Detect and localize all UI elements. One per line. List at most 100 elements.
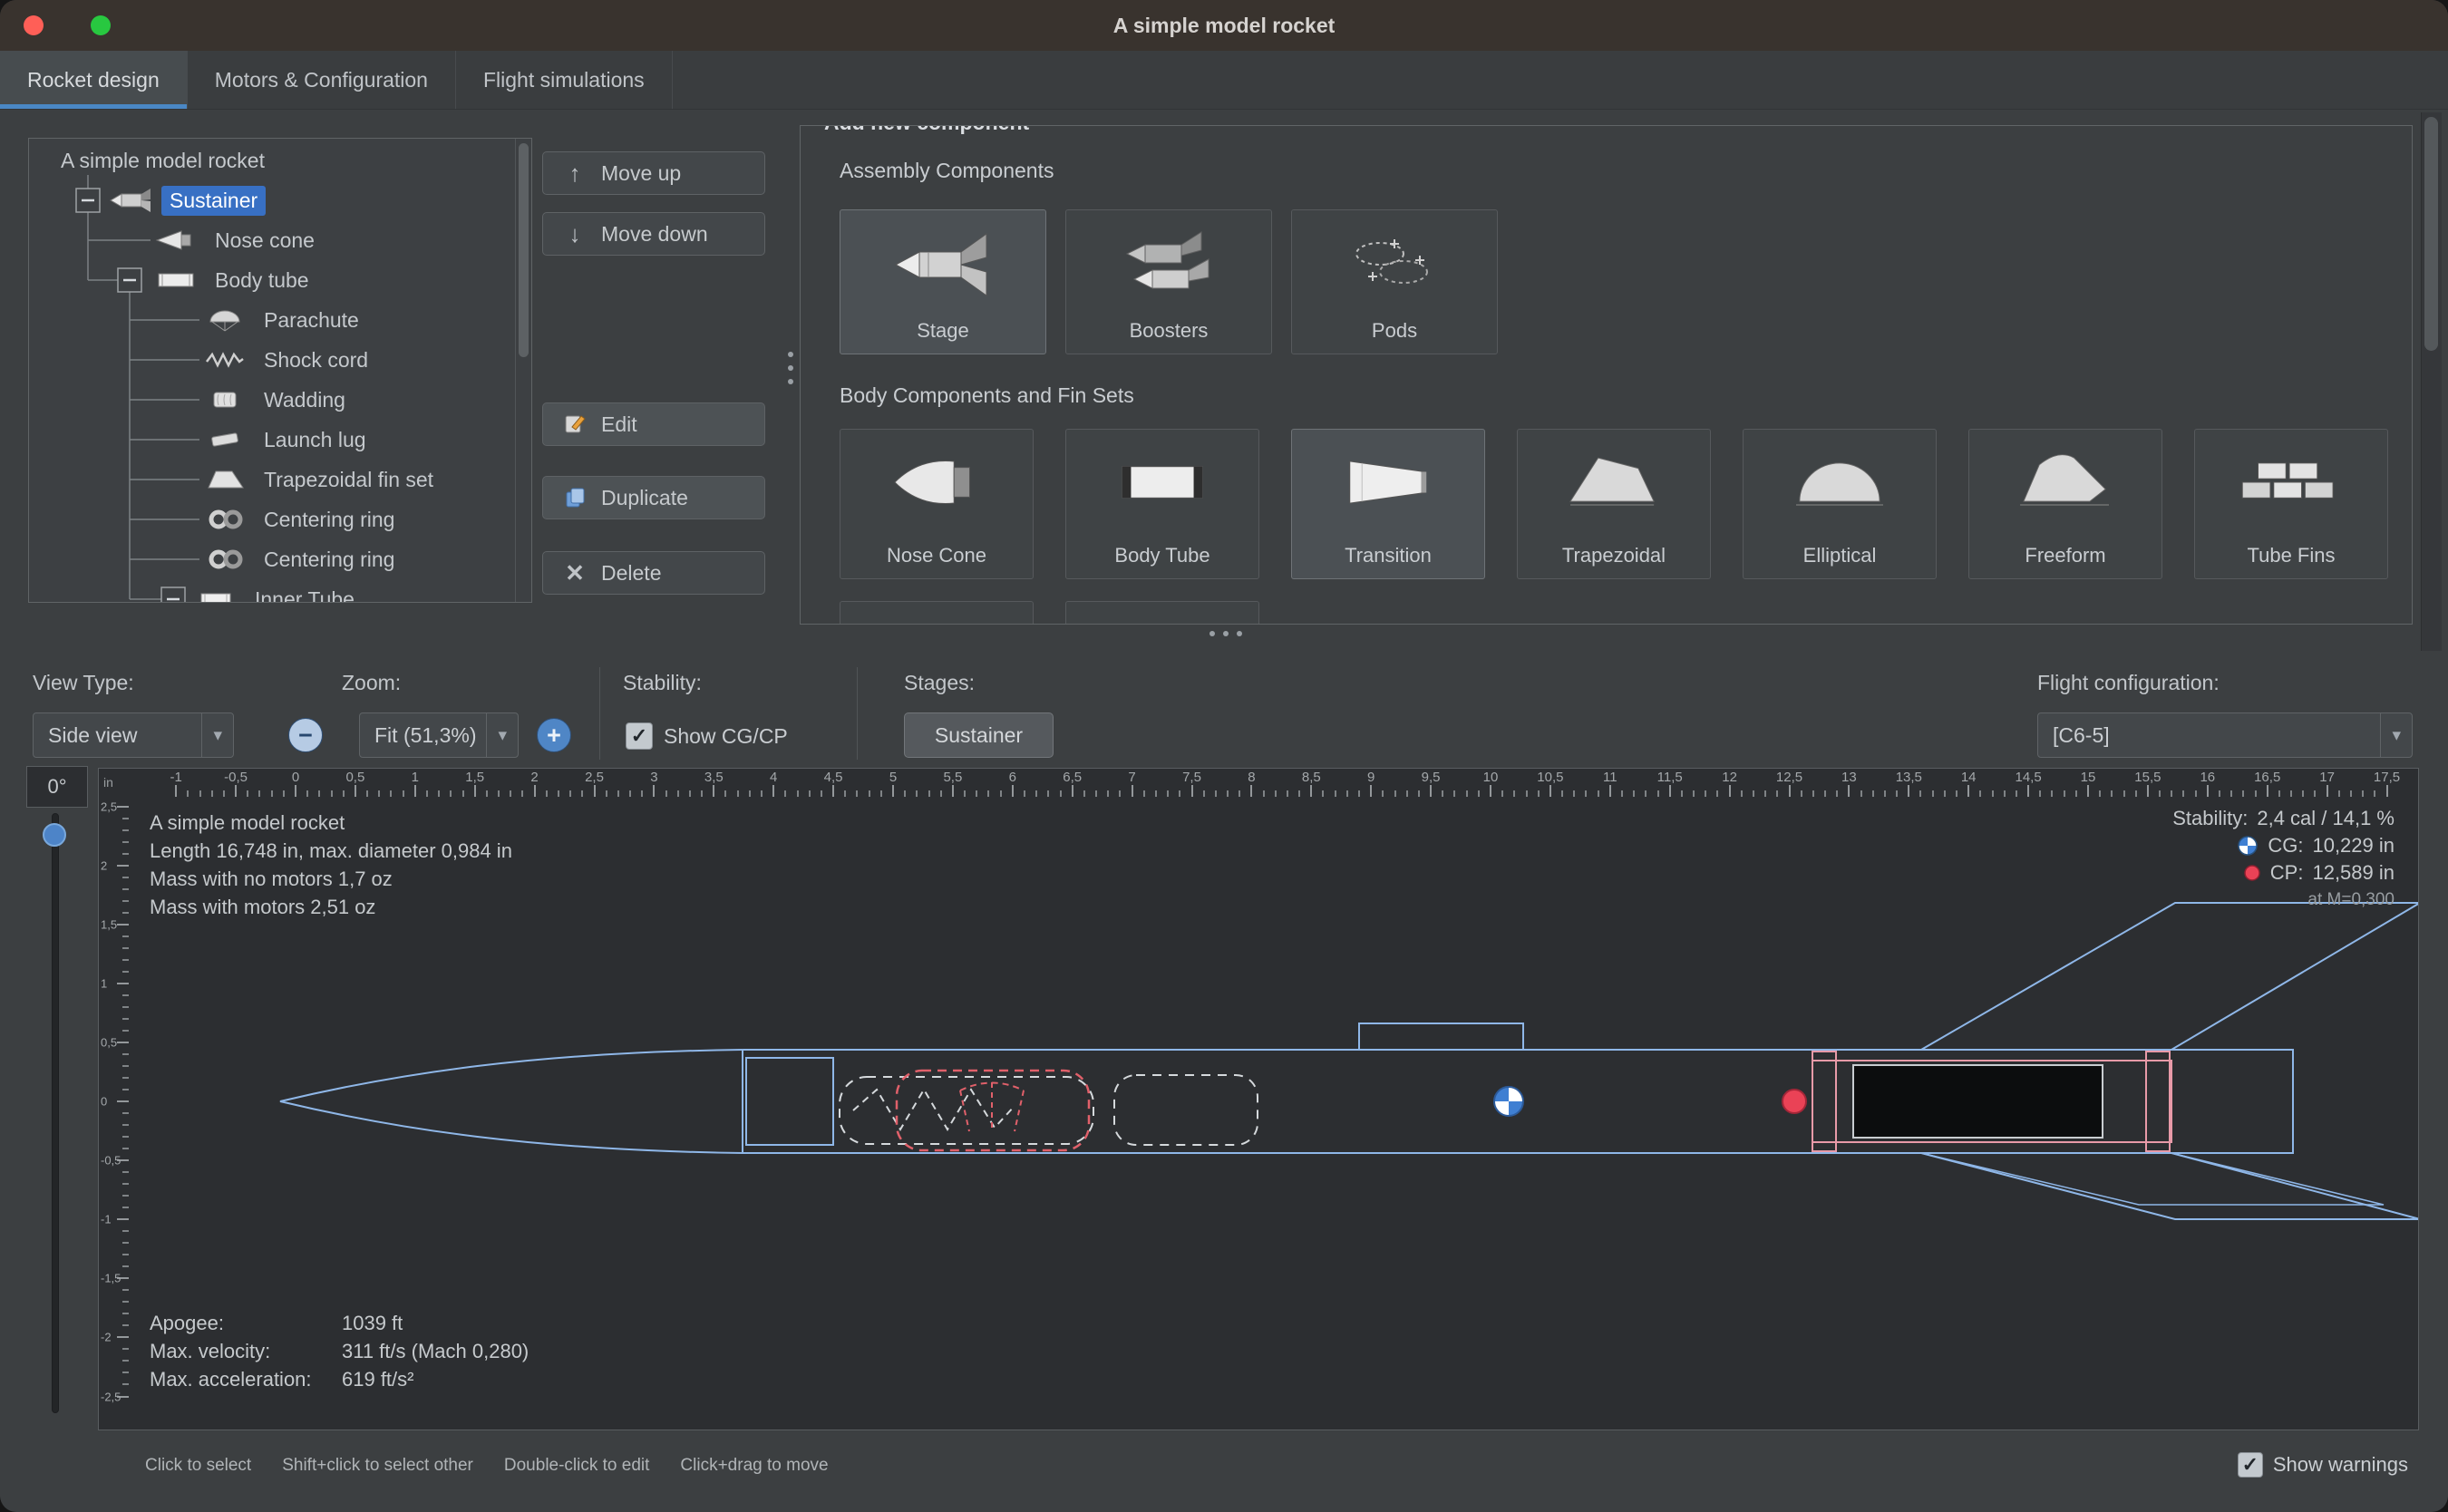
wadding-icon	[203, 387, 247, 412]
component-card-elliptical[interactable]: Elliptical	[1743, 429, 1937, 579]
main-tab-bar: Rocket design Motors & Configuration Fli…	[0, 51, 2448, 110]
component-card-trapezoidal[interactable]: Trapezoidal	[1517, 429, 1711, 579]
close-window-button[interactable]	[24, 15, 44, 35]
cp-text-label: CP:	[2270, 861, 2304, 885]
motor-outline	[1853, 1065, 2103, 1138]
fin-outline-bottom	[1921, 1153, 2418, 1219]
cp-marker	[1783, 1090, 1806, 1113]
window-scrollbar-thumb[interactable]	[2424, 117, 2438, 351]
tree-scrollbar-thumb[interactable]	[519, 143, 529, 357]
rotation-slider-thumb[interactable]	[43, 823, 66, 847]
tree-item-centering-ring[interactable]: Centering ring	[203, 539, 403, 579]
component-card-transition[interactable]: Transition	[1291, 429, 1485, 579]
tab-flight-simulations[interactable]: Flight simulations	[456, 51, 673, 109]
zoom-level-select[interactable]: Fit (51,3%)	[359, 712, 519, 758]
move-down-button[interactable]: ↓ Move down	[542, 212, 765, 256]
rocket-info-text: A simple model rocket Length 16,748 in, …	[150, 809, 512, 921]
tab-motors-configuration[interactable]: Motors & Configuration	[188, 51, 456, 109]
component-card-pods[interactable]: Pods	[1291, 209, 1498, 354]
edit-button[interactable]: Edit	[542, 402, 765, 446]
controls-divider	[599, 667, 600, 760]
component-card-nose-cone[interactable]: Nose Cone	[840, 429, 1034, 579]
view-type-select[interactable]: Side view	[33, 712, 234, 758]
window-scrollbar[interactable]	[2421, 112, 2442, 651]
select-value: Fit (51,3%)	[374, 723, 476, 748]
rocket-view-canvas[interactable]: -1-0,500,511,522,533,544,555,566,577,588…	[98, 768, 2419, 1430]
tree-item-rocket-root[interactable]: A simple model rocket	[53, 141, 273, 180]
tree-item-parachute[interactable]: Parachute	[203, 300, 367, 340]
status-hint: Click+drag to move	[680, 1456, 828, 1476]
card-label: Body Tube	[1066, 544, 1258, 567]
component-card-freeform[interactable]: Freeform	[1968, 429, 2162, 579]
tree-item-shock-cord[interactable]: Shock cord	[203, 340, 376, 380]
tree-item-sustainer[interactable]: Sustainer	[109, 180, 266, 220]
chevron-down-icon	[486, 713, 518, 757]
centering-ring-outline	[2146, 1052, 2170, 1151]
minimize-window-button[interactable]	[57, 15, 77, 35]
card-label: Freeform	[1969, 544, 2161, 567]
chevron-down-icon	[2380, 713, 2412, 757]
maximize-window-button[interactable]	[91, 15, 111, 35]
zoom-in-button[interactable]: +	[537, 718, 571, 752]
elliptical-fin-card-icon	[1783, 439, 1897, 526]
vertical-splitter-handle[interactable]	[788, 352, 793, 384]
component-tree-panel: A simple model rocket Sustainer Nose con…	[28, 138, 532, 603]
component-card-body-tube[interactable]: Body Tube	[1065, 429, 1259, 579]
drag-dot	[788, 352, 793, 357]
stage-icon	[883, 219, 1003, 310]
trapezoidal-fin-set-icon	[203, 467, 247, 492]
card-label: Nose Cone	[840, 544, 1033, 567]
tree-item-body-tube[interactable]: Body tube	[154, 260, 317, 300]
component-card-boosters[interactable]: Boosters	[1065, 209, 1272, 354]
stability-label: Stability:	[623, 671, 702, 695]
tab-label: Motors & Configuration	[215, 68, 428, 92]
button-label: Delete	[601, 561, 661, 586]
tree-item-label: A simple model rocket	[53, 146, 273, 176]
card-label: Boosters	[1066, 319, 1271, 343]
launch-lug-icon	[203, 427, 247, 452]
component-card-stage[interactable]: Stage	[840, 209, 1046, 354]
tree-scrollbar[interactable]	[515, 139, 531, 602]
show-warnings-checkbox[interactable]: Show warnings	[2238, 1452, 2408, 1478]
tree-item-label: Body tube	[207, 266, 317, 296]
tree-item-label: Wadding	[256, 385, 354, 415]
horizontal-splitter-handle[interactable]	[1209, 631, 1242, 636]
tube-fins-card-icon	[2234, 439, 2348, 526]
flight-configuration-select[interactable]: [C6-5]	[2037, 712, 2413, 758]
delete-button[interactable]: ✕ Delete	[542, 551, 765, 595]
status-hint: Click to select	[145, 1456, 251, 1476]
transition-card-icon	[1331, 439, 1445, 526]
view-type-label: View Type:	[33, 671, 134, 695]
shock-cord-icon	[203, 347, 247, 373]
tree-item-wadding[interactable]: Wadding	[203, 380, 354, 420]
duplicate-button[interactable]: Duplicate	[542, 476, 765, 519]
rocket-icon	[109, 188, 152, 213]
zoom-label: Zoom:	[342, 671, 401, 695]
cg-text-label: CG:	[2268, 834, 2303, 858]
centering-ring-outline	[1812, 1052, 1836, 1151]
app-window: A simple model rocket Rocket design Moto…	[0, 0, 2448, 1512]
tree-item-centering-ring[interactable]: Centering ring	[203, 499, 403, 539]
body-tube-icon	[154, 267, 198, 293]
zoom-out-button[interactable]: −	[288, 718, 323, 752]
freeform-fin-card-icon	[2008, 439, 2123, 526]
window-controls	[24, 15, 111, 35]
tree-item-inner-tube[interactable]: Inner Tube	[194, 579, 363, 603]
card-label: Trapezoidal	[1518, 544, 1710, 567]
component-card-partial[interactable]	[1065, 601, 1259, 625]
component-card-partial[interactable]	[840, 601, 1034, 625]
stability-text-label: Stability:	[2172, 807, 2248, 830]
show-cgcp-checkbox[interactable]: Show CG/CP	[626, 722, 788, 750]
tree-item-launch-lug[interactable]: Launch lug	[203, 420, 374, 460]
move-up-button[interactable]: ↑ Move up	[542, 151, 765, 195]
stage-toggle-sustainer[interactable]: Sustainer	[904, 712, 1054, 758]
stability-text-value: 2,4 cal / 14,1 %	[2257, 807, 2395, 830]
component-card-tube-fins[interactable]: Tube Fins	[2194, 429, 2388, 579]
add-component-title: Add new component	[813, 125, 1040, 135]
rotation-slider-track[interactable]	[52, 813, 59, 1413]
tree-item-nose-cone[interactable]: Nose cone	[154, 220, 323, 260]
tab-rocket-design[interactable]: Rocket design	[0, 51, 188, 109]
fin-outline-bottom	[1921, 1153, 2384, 1205]
tree-item-trapezoidal-fin-set[interactable]: Trapezoidal fin set	[203, 460, 442, 499]
tree-item-label: Inner Tube	[247, 585, 363, 604]
